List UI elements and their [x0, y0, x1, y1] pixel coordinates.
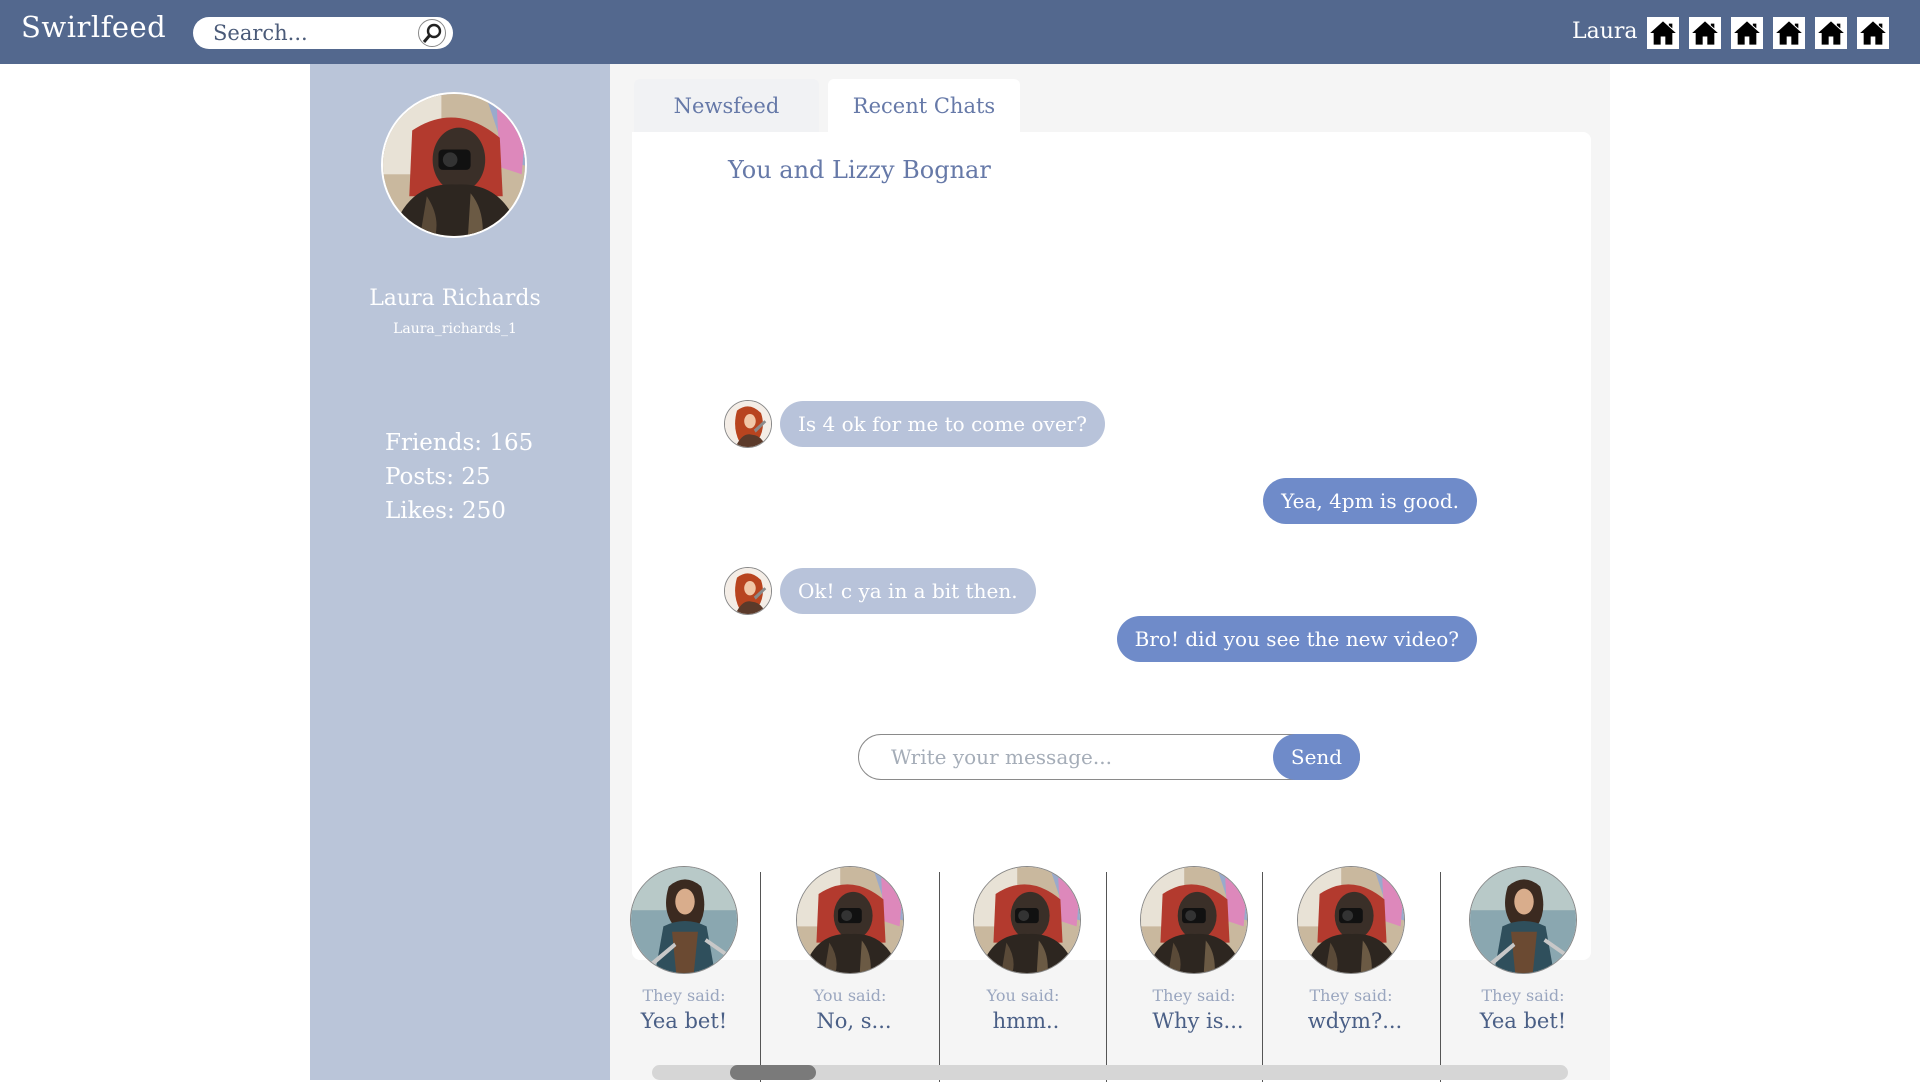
recent-chat-item[interactable]: They said: Yea bet!	[1441, 854, 1610, 1064]
home-icon[interactable]	[1773, 17, 1805, 49]
home-icon[interactable]	[1731, 17, 1763, 49]
search-bar	[193, 17, 453, 49]
search-input[interactable]	[213, 17, 413, 49]
message-bubble-sent: Yea, 4pm is good.	[1263, 478, 1477, 524]
message-bubble-received: Is 4 ok for me to come over?	[780, 401, 1105, 447]
chat-preview: No, s...	[816, 1009, 892, 1033]
current-user-name[interactable]: Laura	[1572, 19, 1638, 44]
message-input[interactable]	[891, 735, 1261, 779]
chat-said-label: They said:	[1481, 986, 1565, 1005]
search-icon	[422, 23, 442, 43]
recent-chat-item[interactable]: You said: No, s...	[761, 854, 939, 1064]
horizontal-scrollbar[interactable]	[652, 1065, 1568, 1080]
profile-name[interactable]: Laura Richards	[310, 286, 600, 311]
message-bubble-received: Ok! c ya in a bit then.	[780, 568, 1036, 614]
chat-panel: You and Lizzy Bognar Is 4 ok for me to c…	[632, 132, 1591, 960]
chat-title: You and Lizzy Bognar	[728, 156, 991, 184]
chat-avatar	[1469, 866, 1577, 974]
likes-count: Likes: 250	[385, 498, 506, 524]
recent-chat-item[interactable]: You said: hmm..	[940, 854, 1106, 1064]
profile-handle: Laura_richards_1	[393, 321, 517, 337]
posts-count: Posts: 25	[385, 464, 491, 490]
recent-chats-strip: They said: Yea bet! You said: No, s... Y…	[610, 854, 1610, 1082]
message-avatar[interactable]	[724, 567, 772, 615]
message-compose: Send	[858, 734, 1360, 780]
chat-avatar	[1140, 866, 1248, 974]
chat-avatar	[1297, 866, 1405, 974]
home-icon[interactable]	[1647, 17, 1679, 49]
chat-preview: Why is...	[1152, 1009, 1244, 1033]
profile-sidebar: Laura Richards Laura_richards_1 Friends:…	[310, 64, 610, 1080]
profile-stats: Friends: 165 Posts: 25 Likes: 250	[385, 426, 533, 528]
chat-preview: hmm..	[992, 1009, 1060, 1033]
home-icon[interactable]	[1689, 17, 1721, 49]
message-bubble-sent: Bro! did you see the new video?	[1116, 616, 1477, 662]
header-icon-group	[1647, 17, 1889, 49]
profile-avatar[interactable]	[381, 92, 527, 238]
home-icon[interactable]	[1857, 17, 1889, 49]
brand-logo[interactable]: Swirlfeed	[21, 10, 166, 44]
chat-said-label: You said:	[813, 986, 887, 1005]
chat-said-label: They said:	[1309, 986, 1393, 1005]
recent-chat-item[interactable]: They said: wdym?...	[1263, 854, 1442, 1064]
chat-preview: Yea bet!	[640, 1009, 728, 1033]
home-icon[interactable]	[1815, 17, 1847, 49]
search-button[interactable]	[418, 19, 446, 47]
chat-avatar	[630, 866, 738, 974]
chat-preview: wdym?...	[1307, 1009, 1403, 1033]
chat-avatar	[973, 866, 1081, 974]
chat-said-label: They said:	[642, 986, 726, 1005]
chat-said-label: They said:	[1152, 986, 1236, 1005]
message-avatar[interactable]	[724, 400, 772, 448]
recent-chat-item[interactable]: They said: Why is...	[1107, 854, 1262, 1064]
recent-chat-item[interactable]: They said: Yea bet!	[610, 854, 760, 1064]
main-content: Newsfeed Recent Chats You and Lizzy Bogn…	[610, 64, 1610, 1082]
tab-recent-chats[interactable]: Recent Chats	[828, 79, 1020, 132]
chat-avatar	[796, 866, 904, 974]
tab-newsfeed[interactable]: Newsfeed	[634, 79, 819, 132]
top-navigation-bar: Swirlfeed Laura	[0, 0, 1920, 64]
chat-said-label: You said:	[986, 986, 1060, 1005]
chat-preview: Yea bet!	[1479, 1009, 1567, 1033]
friends-count: Friends: 165	[385, 430, 534, 456]
send-button[interactable]: Send	[1273, 734, 1360, 780]
scrollbar-thumb[interactable]	[730, 1065, 816, 1080]
